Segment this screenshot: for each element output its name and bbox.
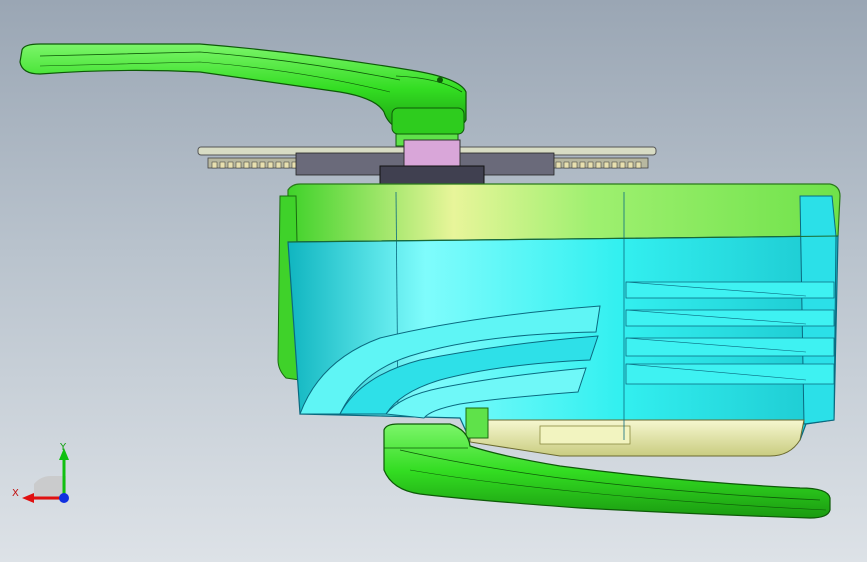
chain-link [579, 161, 586, 169]
motor-housing[interactable] [277, 183, 841, 457]
chain-link [587, 161, 594, 169]
chain-link [275, 161, 282, 169]
chain-link [603, 161, 610, 169]
e-bike-motor-3d-model[interactable] [0, 0, 867, 562]
chain-link [595, 161, 602, 169]
chain-link [635, 161, 642, 169]
chain-link [251, 161, 258, 169]
chain-link [227, 161, 234, 169]
x-axis-label: X [12, 488, 19, 499]
chain-link [563, 161, 570, 169]
chain-link [627, 161, 634, 169]
chain-link [267, 161, 274, 169]
chain-link [259, 161, 266, 169]
y-axis-label: Y [59, 442, 67, 453]
chainring[interactable] [197, 139, 657, 185]
chain-link [555, 161, 562, 169]
chain-link [619, 161, 626, 169]
chain-link [283, 161, 290, 169]
cad-viewport[interactable]: Y X [0, 0, 867, 562]
chain-link [571, 161, 578, 169]
chain-link [611, 161, 618, 169]
chain-link [243, 161, 250, 169]
chain-link [211, 161, 218, 169]
chain-link [219, 161, 226, 169]
chain-link [235, 161, 242, 169]
upper-crank-arm[interactable] [19, 43, 467, 147]
coordinate-triad: Y X [12, 442, 69, 503]
z-axis-origin [59, 493, 69, 503]
